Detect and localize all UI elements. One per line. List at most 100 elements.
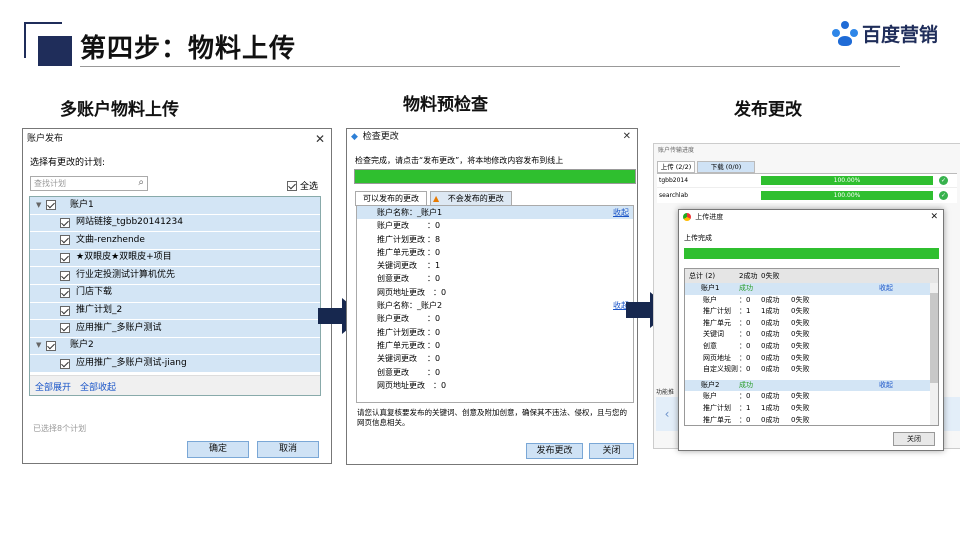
plan-tree-list[interactable]: ▼ 账户1 网站链接_tgbb20141234 文曲-renzhende ★双眼… [29, 196, 321, 396]
chevron-left-icon[interactable]: ‹ [656, 397, 678, 431]
tab-unpublishable[interactable]: ▲ 不会发布的更改 [430, 191, 512, 206]
dialog-title: ◆ 检查更改 ✕ [347, 129, 637, 145]
account-header-row: 账户名称：_账户1 收起 [357, 206, 633, 220]
close-icon[interactable]: ✕ [623, 129, 631, 145]
summary-total: 总计 (2) [689, 272, 716, 280]
transfer-row: searchlab 100.00% ✓ [657, 188, 957, 202]
progress-fill [355, 170, 635, 183]
account-name: searchlab [659, 191, 689, 199]
checkbox-checked-icon[interactable] [60, 358, 70, 369]
scrollbar[interactable] [930, 283, 938, 425]
dialog-title-text: 检查更改 [362, 132, 399, 142]
section-title-publish: 发布更改 [734, 100, 802, 120]
upload-result-panel[interactable]: 总计 (2) 2成功 0失败 账户1 成功 收起 账户 ：0 0成功 0失败 推广计划… [684, 268, 939, 426]
publish-button[interactable]: 发布更改 [526, 443, 583, 459]
tree-item-row[interactable]: 推广计划_2 [30, 302, 320, 321]
checkbox-checked-icon [287, 180, 297, 191]
expand-all-link[interactable]: 全部展开 [35, 380, 71, 393]
brand-logo-text: 百度营销 [862, 24, 939, 46]
summary-success: 2成功 [739, 272, 758, 280]
scrollbar-thumb[interactable] [930, 293, 938, 383]
changes-panel[interactable]: 账户名称：_账户1 收起 账户更改： 0 推广计划更改： 8 推广单元更改： 0 关键… [356, 205, 634, 403]
checkbox-checked-icon[interactable] [60, 323, 70, 334]
title-decoration-square [38, 36, 72, 66]
search-icon[interactable]: ⌕ [138, 177, 144, 188]
change-row: 账户更改： 0 [377, 314, 441, 324]
collapse-link[interactable]: 收起 [879, 283, 893, 295]
collapse-all-link[interactable]: 全部收起 [80, 380, 116, 393]
tree-item-row[interactable]: 文曲-renzhende [30, 232, 320, 250]
checkbox-checked-icon[interactable] [46, 341, 56, 352]
tree-item-row[interactable]: 网站链接_tgbb20141234 [30, 214, 320, 233]
check-circle-icon: ✓ [939, 190, 948, 200]
tab-upload[interactable]: 上传 (2/2) [657, 161, 695, 173]
plan-name: 门店下载 [76, 287, 113, 298]
tree-group-row[interactable]: ▼ 账户1 [30, 197, 320, 215]
checkbox-checked-icon[interactable] [60, 305, 70, 316]
dialog-title-text: 上传进度 [695, 213, 724, 221]
account-name: tgbb2014 [659, 177, 689, 184]
check-circle-icon: ✓ [939, 176, 948, 185]
search-placeholder: 查找计划 [34, 179, 66, 188]
checkbox-checked-icon[interactable] [60, 253, 70, 264]
cancel-button[interactable]: 取消 [257, 441, 319, 458]
tree-group-row[interactable]: ▼ 账户2 [30, 337, 320, 356]
app-icon [683, 213, 691, 221]
close-icon[interactable]: ✕ [315, 129, 325, 149]
plan-name: ★双眼皮★双眼皮+项目 [76, 252, 172, 263]
close-button[interactable]: 关闭 [589, 443, 634, 459]
collapse-triangle-icon[interactable]: ▼ [36, 337, 44, 355]
ok-button[interactable]: 确定 [187, 441, 249, 458]
summary-fail: 0失败 [761, 272, 780, 280]
tab-unpublishable-label: 不会发布的更改 [447, 194, 504, 203]
page-title: 第四步：物料上传 [80, 34, 297, 64]
transfer-percent: 100.00% [833, 177, 861, 184]
tab-publishable[interactable]: 可以发布的更改 [355, 191, 427, 206]
account-name: 账户1 [701, 284, 720, 292]
result-row: 推广单元 ：0 0成功 0失败 [703, 415, 810, 424]
transfer-progress-bar: 100.00% [761, 176, 933, 185]
close-button[interactable]: 关闭 [893, 432, 935, 446]
account-name: 账户名称：_账户2 [377, 301, 443, 311]
account-header-row: 账户2 成功 收起 [685, 379, 938, 392]
transfer-row: tgbb2014 100.00% ✓ [657, 174, 957, 188]
checkbox-checked-icon[interactable] [60, 235, 70, 246]
change-row: 创意更改： 0 [377, 367, 441, 377]
tree-item-row[interactable]: 应用推广_多账户测试-jiang [30, 355, 320, 373]
upload-progress-bar [684, 248, 939, 259]
result-row: 关键词 ：0 0成功 0失败 [703, 330, 810, 339]
window-title: 账户传输进度 [658, 147, 695, 154]
summary-row: 总计 (2) 2成功 0失败 [685, 269, 938, 283]
check-progress-bar [354, 169, 636, 184]
close-icon[interactable]: ✕ [930, 210, 938, 225]
result-row: 自定义规则 ：0 0成功 0失败 [703, 365, 810, 374]
tree-item-row[interactable]: ★双眼皮★双眼皮+项目 [30, 249, 320, 268]
account-status: 成功 [739, 284, 753, 292]
tree-item-row[interactable]: 门店下载 [30, 284, 320, 303]
tree-item-row[interactable]: 应用推广_多账户测试 [30, 320, 320, 338]
result-row: 推广单元 ：0 0成功 0失败 [703, 318, 810, 327]
account-name: 账户2 [701, 380, 720, 389]
tab-download[interactable]: 下载 (0/0) [697, 161, 755, 173]
change-row: 网页地址更改： 0 [377, 380, 447, 390]
tree-item-row[interactable]: 行业定投测试计算机优先 [30, 267, 320, 285]
change-row: 推广计划更改： 8 [377, 234, 441, 244]
dialog-title: 上传进度 ✕ [679, 210, 943, 225]
collapse-link[interactable]: 收起 [879, 380, 893, 392]
plan-search-field[interactable]: 查找计划 ⌕ [30, 176, 148, 191]
checkbox-checked-icon[interactable] [60, 270, 70, 281]
brand-logo: 百度营销 [832, 20, 938, 47]
group-label: 账户1 [70, 199, 94, 210]
result-row: 账户 ：0 0成功 0失败 [703, 392, 810, 401]
plan-name: 网站链接_tgbb20141234 [76, 217, 183, 228]
account-header-row: 账户1 成功 收起 [685, 283, 938, 295]
checkbox-checked-icon[interactable] [60, 288, 70, 299]
plan-name: 行业定投测试计算机优先 [76, 269, 176, 280]
brand-logo-icon [832, 20, 858, 47]
select-all-checkbox[interactable]: 全选 [287, 179, 318, 192]
warning-icon: ▲ [433, 194, 440, 203]
checkbox-checked-icon[interactable] [46, 200, 56, 211]
collapse-link[interactable]: 收起 [613, 206, 629, 219]
collapse-triangle-icon[interactable]: ▼ [36, 197, 44, 215]
checkbox-checked-icon[interactable] [60, 217, 70, 228]
